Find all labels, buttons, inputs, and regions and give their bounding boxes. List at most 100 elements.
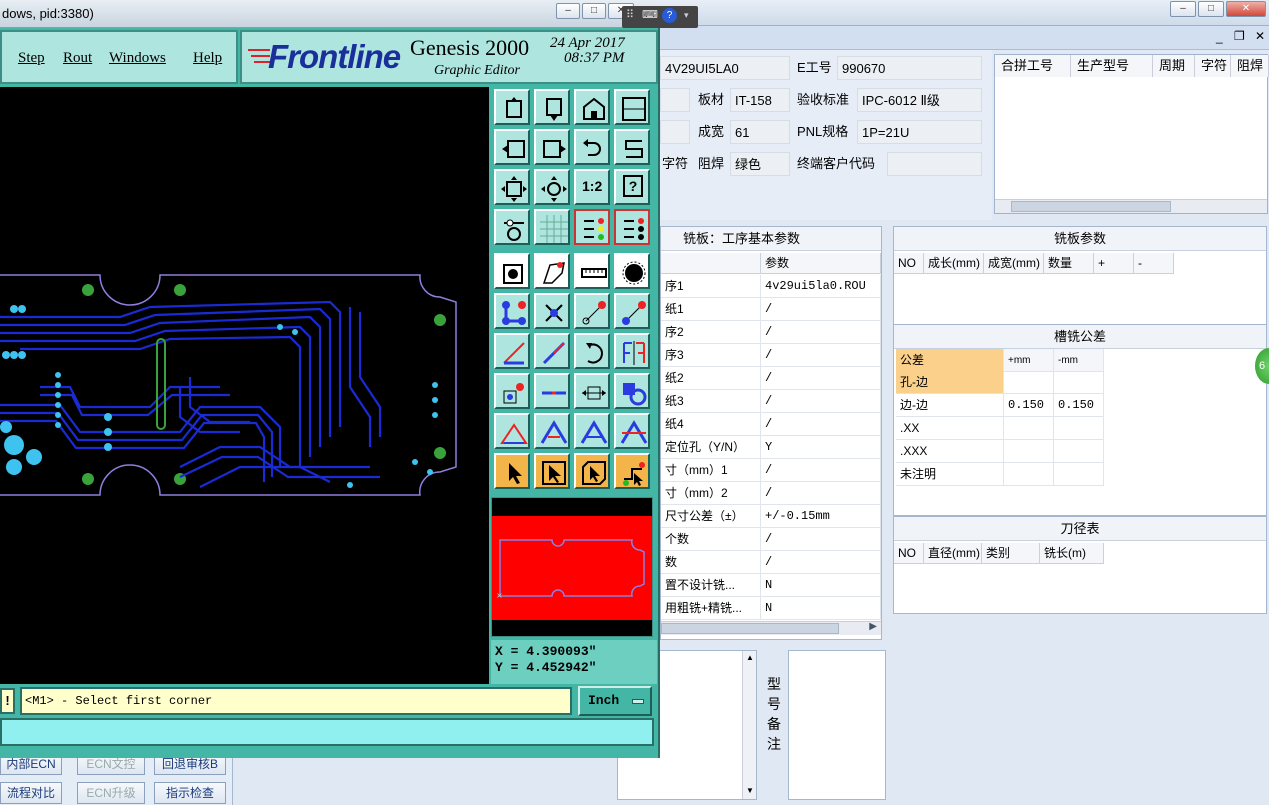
grid-header[interactable]: 字符	[1195, 55, 1231, 77]
tool-redraw[interactable]	[614, 129, 650, 165]
tool-move[interactable]	[574, 293, 610, 329]
command-line-input[interactable]	[0, 718, 654, 746]
tool-zoom-fit[interactable]	[534, 169, 570, 205]
units-selector[interactable]: Inch	[578, 686, 652, 716]
mill-row-value[interactable]: /	[761, 321, 881, 344]
tool-rotate[interactable]	[574, 333, 610, 369]
tool-surface[interactable]	[534, 253, 570, 289]
tool-add-line[interactable]	[494, 333, 530, 369]
pnl-spec-field[interactable]: 1P=21U	[857, 120, 982, 144]
tool-snap-pad[interactable]	[494, 373, 530, 409]
instruction-check-button[interactable]: 指示检查	[154, 782, 226, 804]
mill-row-value[interactable]: Y	[761, 436, 881, 459]
tool-pan-right[interactable]	[534, 129, 570, 165]
mdi-restore-icon[interactable]: ❐	[1234, 29, 1245, 43]
grid-header[interactable]: 合拼工号	[995, 55, 1071, 77]
e-job-field[interactable]: 990670	[837, 56, 982, 80]
mill-row-value[interactable]: /	[761, 298, 881, 321]
tool-mirror[interactable]	[614, 333, 650, 369]
mill-row-value[interactable]: /	[761, 390, 881, 413]
blank-field-2[interactable]	[660, 120, 690, 144]
genesis-minimize-button[interactable]: –	[556, 3, 580, 19]
tool-settings[interactable]	[494, 209, 530, 245]
mill-row-value[interactable]: /	[761, 344, 881, 367]
scrollbar-thumb[interactable]	[1011, 201, 1171, 212]
tool-feature-select[interactable]	[494, 253, 530, 289]
notes-box-right[interactable]	[788, 650, 886, 800]
overview-map[interactable]: ×	[492, 498, 652, 636]
tool-pad[interactable]	[614, 253, 650, 289]
tool-zoom-top[interactable]	[494, 89, 530, 125]
warning-icon[interactable]: !	[0, 688, 15, 714]
horizontal-scrollbar[interactable]	[995, 199, 1267, 213]
mill-row-value[interactable]: /	[761, 528, 881, 551]
tool-home-view[interactable]	[574, 89, 610, 125]
flow-compare-button[interactable]: 流程对比	[0, 782, 62, 804]
customer-code-field[interactable]	[887, 152, 982, 176]
tool-zoom-bottom[interactable]	[534, 89, 570, 125]
maximize-button[interactable]: □	[1198, 1, 1224, 17]
tool-add-pads[interactable]	[494, 293, 530, 329]
tool-grid[interactable]	[534, 209, 570, 245]
ecn-upgrade-button[interactable]: ECN升级	[77, 782, 145, 804]
mill-row-value[interactable]: /	[761, 482, 881, 505]
mill-row-value[interactable]: /	[761, 459, 881, 482]
genesis-maximize-button[interactable]: □	[582, 3, 606, 19]
mill-row-value[interactable]: +/-0.15mm	[761, 505, 881, 528]
add-column-button[interactable]: +	[1094, 253, 1134, 274]
mill-row-value[interactable]: /	[761, 367, 881, 390]
language-bar[interactable]: ⠿ ⌨ ? ▾	[622, 6, 698, 28]
tool-break-line[interactable]	[534, 373, 570, 409]
tool-edit-line[interactable]	[534, 333, 570, 369]
remove-column-button[interactable]: -	[1134, 253, 1174, 274]
tol-row-minus[interactable]	[1054, 440, 1104, 463]
tol-row-plus[interactable]	[1004, 371, 1054, 394]
overview-preview[interactable]: ×	[491, 497, 653, 637]
notes-scrollbar[interactable]: ▲ ▼	[742, 651, 756, 799]
menu-step[interactable]: Step	[18, 50, 45, 67]
finish-width-field[interactable]: 61	[730, 120, 790, 144]
tool-pan-left[interactable]	[494, 129, 530, 165]
combined-jobs-grid[interactable]: 合拼工号 生产型号 周期 字符 阻焊	[994, 54, 1269, 214]
menu-help[interactable]: Help	[193, 50, 222, 67]
tool-select-net[interactable]	[614, 453, 650, 489]
tool-polygon-fill[interactable]	[574, 413, 610, 449]
graphic-canvas[interactable]	[0, 87, 489, 684]
tol-row-minus[interactable]	[1054, 463, 1104, 486]
tool-view-window[interactable]	[614, 89, 650, 125]
tol-row-plus[interactable]	[1004, 463, 1054, 486]
tool-fit-all[interactable]	[494, 169, 530, 205]
pcb-drawing[interactable]	[0, 87, 489, 684]
tool-select-box[interactable]	[534, 453, 570, 489]
tool-select-area[interactable]	[574, 453, 610, 489]
tol-row-plus[interactable]	[1004, 417, 1054, 440]
job-id-field[interactable]: 4V29UI5LA0	[660, 56, 790, 80]
tool-polygon-cut[interactable]	[614, 413, 650, 449]
mill-row-value[interactable]: N	[761, 597, 881, 620]
tool-contour[interactable]	[614, 373, 650, 409]
mdi-minimize-icon[interactable]: _	[1216, 30, 1223, 44]
tool-layer-control[interactable]	[614, 209, 650, 245]
grid-header[interactable]: 周期	[1153, 55, 1195, 77]
menu-arrow-icon[interactable]: ▾	[684, 10, 689, 21]
board-field[interactable]: IT-158	[730, 88, 790, 112]
tol-row-plus[interactable]	[1004, 440, 1054, 463]
tool-display-layers[interactable]	[574, 209, 610, 245]
close-button[interactable]: ✕	[1226, 1, 1266, 17]
scroll-right-icon[interactable]: ▶	[869, 621, 877, 632]
keyboard-icon[interactable]: ⌨	[642, 8, 658, 21]
mill-row-value[interactable]: 4v29ui5la0.ROU	[761, 275, 881, 298]
tool-copy[interactable]	[614, 293, 650, 329]
tool-undo-view[interactable]	[574, 129, 610, 165]
mill-hscroll[interactable]: ▶	[661, 621, 881, 635]
menu-windows[interactable]: Windows	[109, 50, 166, 67]
minimize-button[interactable]: –	[1170, 1, 1196, 17]
mill-row-value[interactable]: N	[761, 574, 881, 597]
tool-ratio[interactable]: 1:2	[574, 169, 610, 205]
tol-row-minus[interactable]	[1054, 371, 1104, 394]
mill-row-value[interactable]: /	[761, 551, 881, 574]
tol-row-plus[interactable]: 0.150	[1004, 394, 1054, 417]
blank-field-1[interactable]	[660, 88, 690, 112]
tol-row-minus[interactable]: 0.150	[1054, 394, 1104, 417]
tool-measure[interactable]	[574, 253, 610, 289]
